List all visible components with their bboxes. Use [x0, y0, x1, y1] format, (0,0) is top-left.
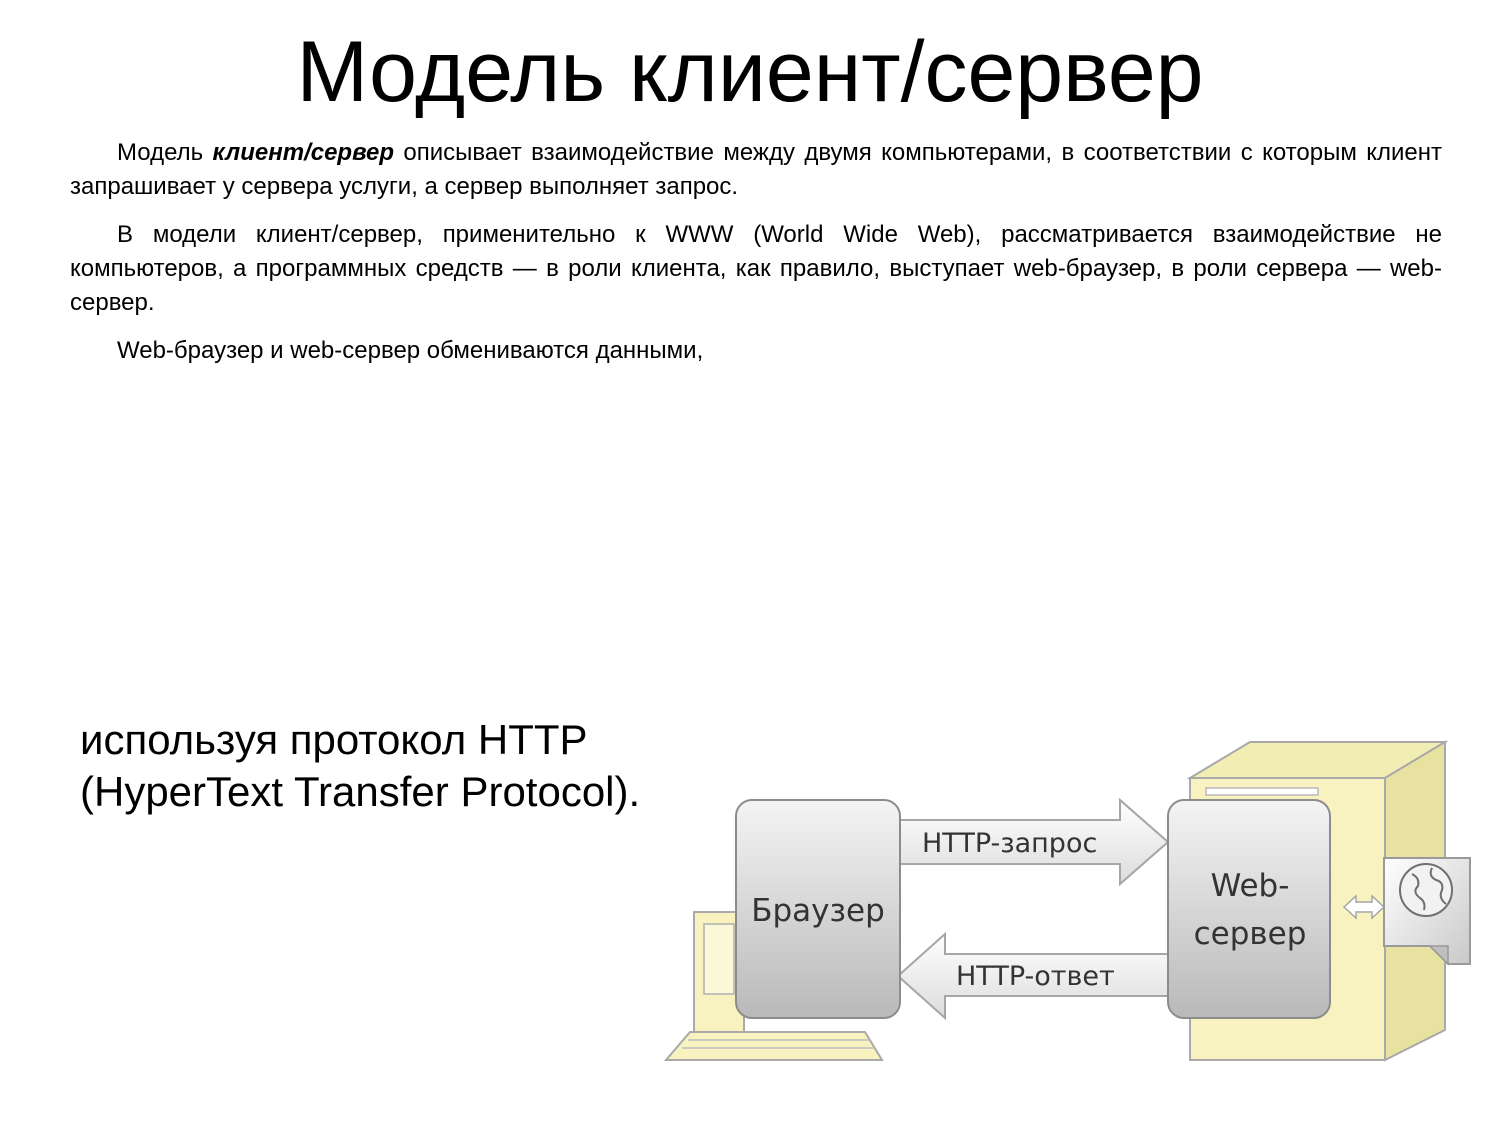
- web-server-label-line2: сервер: [1194, 916, 1307, 952]
- client-server-diagram: HTTP-запрос HTTP-ответ Браузер Web- серв…: [663, 740, 1471, 1062]
- p1-bold-term: клиент/сервер: [212, 139, 394, 166]
- paragraph-client-server-definition: Модель клиент/сервер описывает взаимодей…: [70, 136, 1442, 204]
- paragraph-data-exchange: Web-браузер и web-сервер обмениваются да…: [117, 337, 704, 364]
- http-request-label: HTTP-запрос: [922, 828, 1097, 859]
- http-request-arrow: HTTP-запрос: [899, 797, 1170, 887]
- paragraph-www-model: В модели клиент/сервер, применительно к …: [70, 221, 1442, 316]
- protocol-text: используя протокол HTTP (HyperText Trans…: [80, 716, 641, 815]
- web-server-box: Web- сервер: [1167, 799, 1331, 1019]
- browser-label: Браузер: [751, 893, 885, 929]
- http-response-arrow: HTTP-ответ: [896, 931, 1171, 1021]
- web-server-label-line1: Web-: [1211, 868, 1290, 904]
- slide-title: Модель клиент/сервер: [296, 24, 1204, 120]
- http-response-label: HTTP-ответ: [956, 961, 1115, 992]
- browser-box: Браузер: [735, 799, 901, 1019]
- p1-start: Модель: [117, 139, 213, 166]
